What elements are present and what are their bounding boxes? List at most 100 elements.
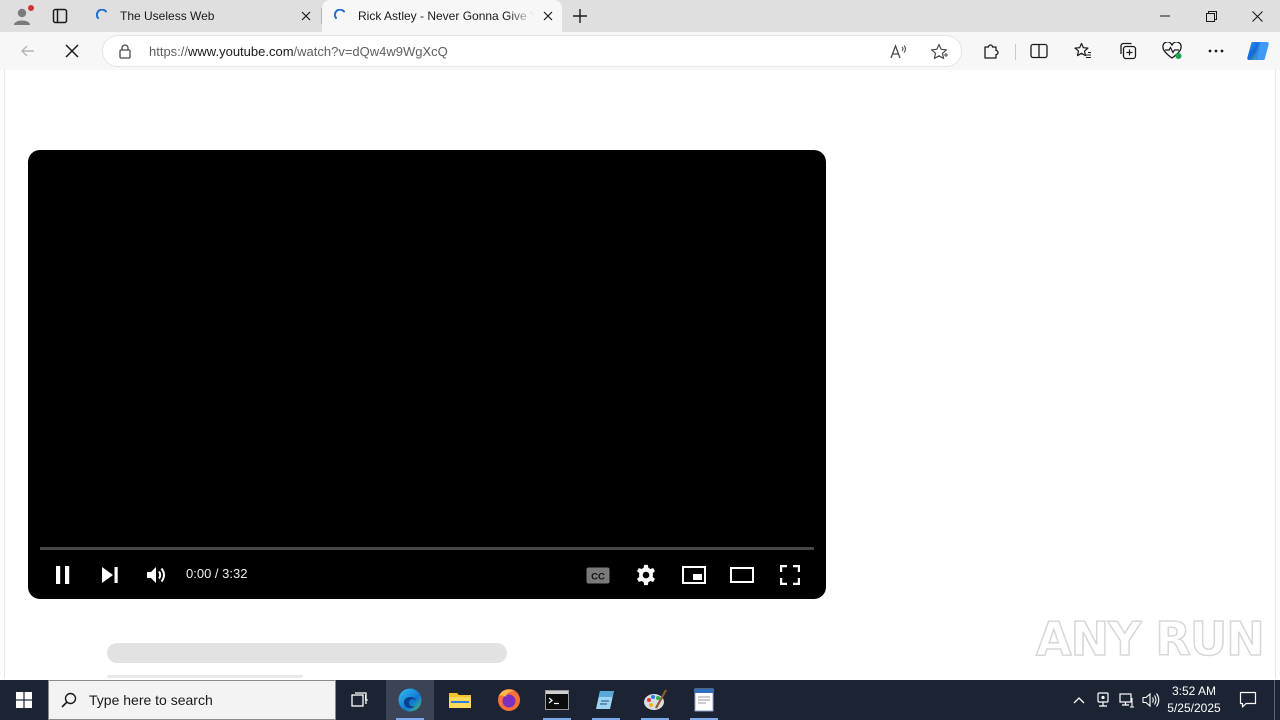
- tab-actions-icon: [52, 8, 68, 24]
- url-scheme: https://: [149, 44, 189, 59]
- system-clock[interactable]: 3:52 AM 5/25/2025: [1162, 683, 1226, 717]
- clock-time: 3:52 AM: [1171, 684, 1217, 698]
- read-aloud-icon: [890, 44, 907, 59]
- tab-close-button[interactable]: [292, 2, 320, 30]
- network-button[interactable]: [1116, 680, 1138, 720]
- favorite-button[interactable]: [927, 40, 951, 64]
- taskbar-notepad[interactable]: [582, 680, 630, 720]
- firefox-icon: [498, 689, 520, 711]
- watermark-text: ANY RUN: [1035, 611, 1265, 667]
- fullscreen-button[interactable]: [773, 558, 807, 592]
- svg-text:CC: CC: [591, 571, 605, 582]
- tab-actions-button[interactable]: [46, 4, 74, 28]
- settings-icon: [637, 564, 655, 586]
- volume-button[interactable]: [1140, 680, 1162, 720]
- search-icon: [61, 692, 77, 708]
- star-icon: [931, 43, 948, 60]
- url-path: /watch?v=dQw4w9WgXcQ: [293, 44, 448, 59]
- captions-icon: CC: [586, 567, 610, 583]
- address-bar[interactable]: https://www.youtube.com/watch?v=dQw4w9Wg…: [102, 35, 962, 67]
- tab-rick-astley[interactable]: Rick Astley - Never Gonna Give You Up: [322, 0, 562, 32]
- taskbar-firefox[interactable]: [485, 680, 533, 720]
- progress-bar[interactable]: [40, 547, 814, 550]
- chevron-up-icon: [1073, 697, 1085, 704]
- video-player[interactable]: 0:00 / 3:32 CC: [28, 150, 826, 599]
- copilot-button[interactable]: [1242, 35, 1274, 67]
- more-options-icon: [1208, 49, 1224, 53]
- collections-icon: [1120, 42, 1137, 60]
- file-explorer-icon: [449, 693, 471, 708]
- terminal-icon: [545, 690, 569, 710]
- network-icon: [1119, 693, 1134, 708]
- next-button[interactable]: [93, 558, 127, 592]
- theater-mode-button[interactable]: [725, 558, 759, 592]
- speaker-icon: [1142, 692, 1160, 708]
- notification-icon: [1239, 691, 1257, 708]
- settings-menu-button[interactable]: [1200, 35, 1232, 67]
- pause-button[interactable]: [46, 558, 80, 592]
- next-icon: [102, 567, 118, 583]
- favorites-button[interactable]: [1067, 35, 1099, 67]
- close-window-button[interactable]: [1234, 0, 1280, 32]
- loading-spinner-icon: [96, 9, 107, 19]
- toolbar-separator: [1015, 44, 1016, 60]
- notification-dot: [28, 5, 34, 11]
- minimize-button[interactable]: [1142, 0, 1188, 32]
- extensions-button[interactable]: [975, 35, 1007, 67]
- tab-title: Rick Astley - Never Gonna Give You Up: [358, 9, 534, 23]
- close-icon: [301, 11, 311, 21]
- notepad-icon: [596, 691, 614, 709]
- taskbar-paint[interactable]: [631, 680, 679, 720]
- tab-useless-web[interactable]: The Useless Web: [84, 0, 320, 32]
- loading-spinner-icon: [334, 9, 345, 19]
- browser-toolbar: https://www.youtube.com/watch?v=dQw4w9Wg…: [0, 32, 1280, 70]
- lock-icon[interactable]: [117, 43, 133, 59]
- start-button[interactable]: [0, 680, 48, 720]
- volume-icon: [147, 567, 165, 583]
- device-icon: [1097, 692, 1109, 707]
- url-text[interactable]: https://www.youtube.com/watch?v=dQw4w9Wg…: [149, 44, 448, 59]
- restore-button[interactable]: [1188, 0, 1234, 32]
- restore-icon: [1205, 10, 1217, 22]
- new-tab-button[interactable]: [566, 3, 594, 29]
- anyrun-watermark: ANY RUN: [1035, 606, 1265, 672]
- back-arrow-icon: [21, 45, 34, 57]
- heartbeat-icon: [1162, 42, 1182, 59]
- captions-button[interactable]: CC: [581, 558, 615, 592]
- taskbar-search[interactable]: Type here to search: [48, 680, 336, 720]
- taskbar-terminal[interactable]: [533, 680, 581, 720]
- collections-button[interactable]: [1112, 35, 1144, 67]
- time-display: 0:00 / 3:32: [186, 566, 248, 581]
- tab-close-button[interactable]: [534, 2, 562, 30]
- miniplayer-icon: [682, 566, 706, 584]
- pause-icon: [56, 566, 70, 584]
- miniplayer-button[interactable]: [677, 558, 711, 592]
- notification-center-button[interactable]: [1232, 680, 1264, 720]
- performance-button[interactable]: [1156, 35, 1188, 67]
- windows-logo-icon: [16, 692, 32, 708]
- task-view-button[interactable]: [336, 680, 384, 720]
- stop-icon: [65, 44, 79, 58]
- taskbar-edge[interactable]: [386, 680, 434, 720]
- back-button[interactable]: [12, 35, 44, 67]
- read-aloud-button[interactable]: [887, 40, 911, 64]
- theater-icon: [730, 567, 754, 583]
- split-screen-button[interactable]: [1023, 35, 1055, 67]
- close-icon: [543, 11, 553, 21]
- url-host: www.youtube.com: [188, 44, 294, 59]
- paint-icon: [644, 689, 667, 710]
- taskbar-document[interactable]: [680, 680, 728, 720]
- mute-button[interactable]: [140, 558, 174, 592]
- edge-icon: [398, 688, 422, 712]
- show-hidden-icons-button[interactable]: [1068, 680, 1090, 720]
- taskbar-file-explorer[interactable]: [436, 680, 484, 720]
- split-screen-icon: [1030, 43, 1048, 59]
- stop-loading-button[interactable]: [56, 35, 88, 67]
- taskbar: Type here to search 3:52 AM 5/25/2025: [0, 680, 1280, 720]
- tray-device-button[interactable]: [1092, 680, 1114, 720]
- show-desktop-button[interactable]: [1274, 680, 1280, 720]
- minimize-icon: [1160, 15, 1170, 17]
- close-icon: [1251, 10, 1263, 22]
- settings-button[interactable]: [629, 558, 663, 592]
- screen: The Useless Web Rick Astley - Never Gonn…: [0, 0, 1280, 720]
